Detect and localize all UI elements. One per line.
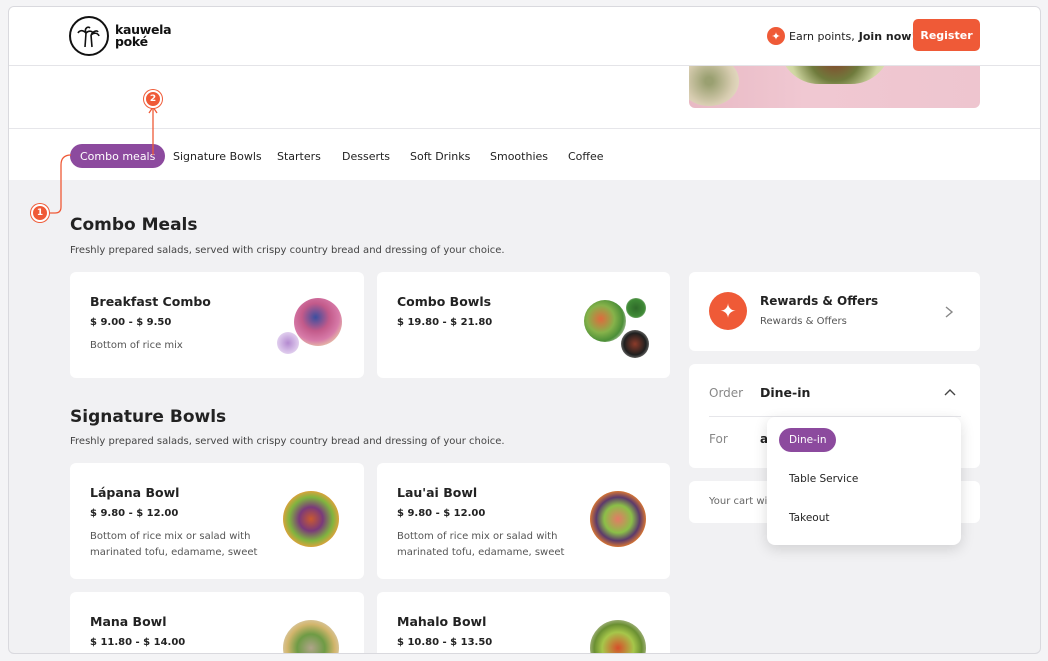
annotation-lines	[47, 105, 158, 214]
annotation-badge-1: 1	[31, 204, 49, 222]
annotation-badge-2: 2	[144, 90, 162, 108]
browser-frame: kauwela poké ✦ Earn points, Join now! Re…	[8, 6, 1041, 654]
